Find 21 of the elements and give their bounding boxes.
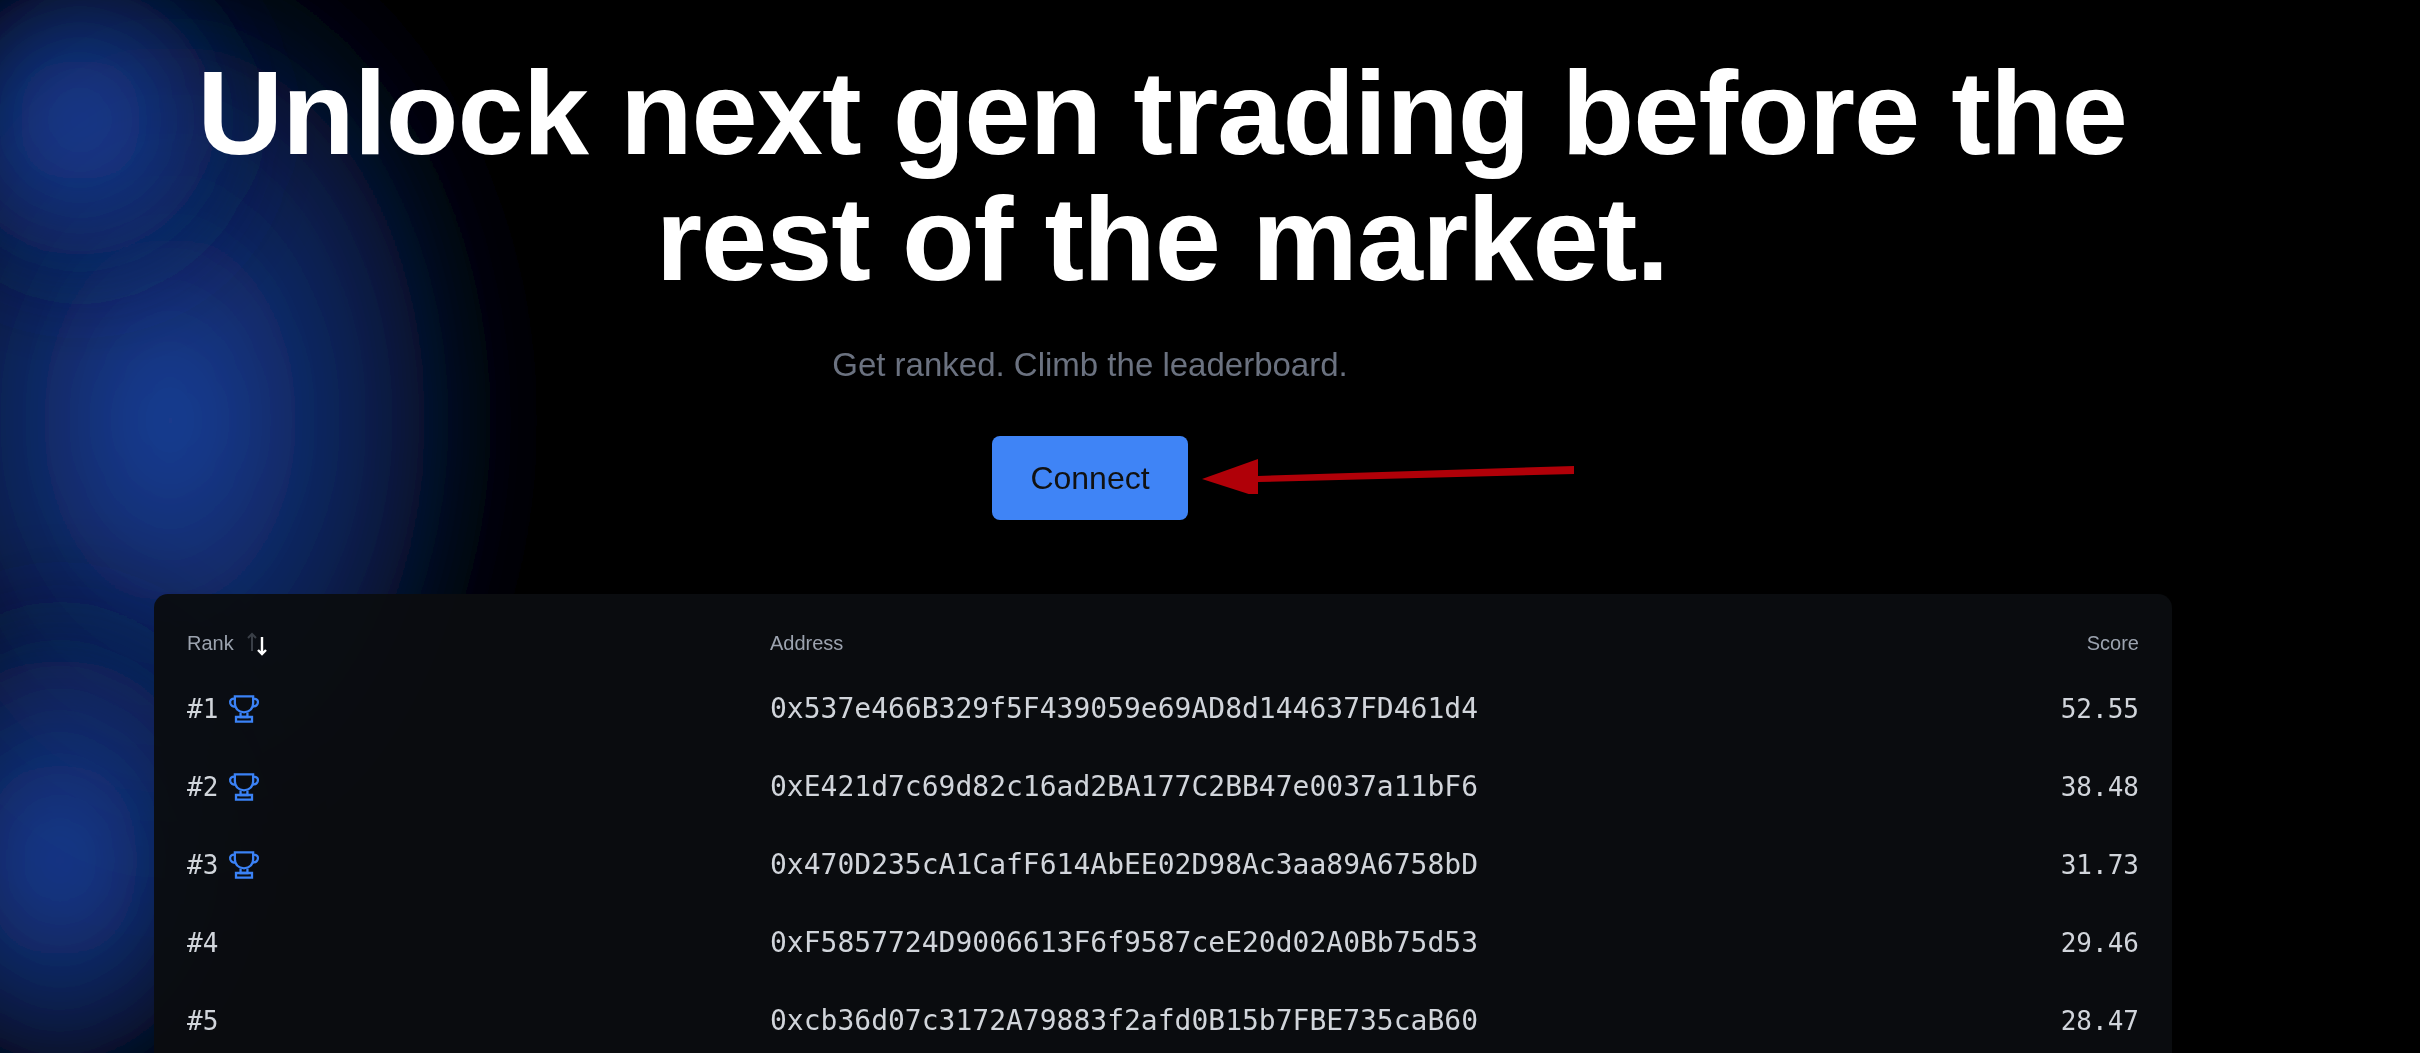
score-cell-text: 38.48	[2060, 770, 2139, 804]
rank-label: #2	[187, 770, 219, 804]
address-cell-text: 0x470D235cA1CafF614AbEE02D98Ac3aa89A6758bD	[770, 847, 1479, 883]
score-cell-text: 31.73	[2060, 848, 2139, 882]
connect-button[interactable]: Connect	[992, 435, 1188, 520]
address-cell-text: 0xF5857724D9006613F6f9587ceE20d02A0Bb75d53	[770, 925, 1479, 961]
score-cell-text: 28.47	[2060, 1004, 2139, 1038]
score-cell-text: 29.46	[2060, 926, 2139, 960]
score-cell-text: 52.55	[2060, 692, 2139, 726]
address-cell-text: 0xE421d7c69d82c16ad2BA177C2BB47e0037a11bF6	[770, 769, 1479, 805]
column-header: Score	[2086, 631, 2139, 656]
address-cell-text: 0x537e466B329f5F439059e69AD8d144637FD461d4	[770, 691, 1479, 727]
sort-icon[interactable]	[245, 631, 268, 657]
rank-label: #3	[187, 848, 219, 882]
rank-label: #1	[187, 692, 219, 726]
column-header: Rank	[187, 631, 234, 656]
rank-label: #4	[187, 926, 219, 960]
column-header: Address	[770, 631, 844, 656]
address-cell-text: 0xcb36d07c3172A79883f2afd0B15b7FBE735caB60	[770, 1003, 1479, 1039]
rank-label: #5	[187, 1004, 219, 1038]
subtitle: Get ranked. Climb the leaderboard.	[832, 345, 1348, 385]
